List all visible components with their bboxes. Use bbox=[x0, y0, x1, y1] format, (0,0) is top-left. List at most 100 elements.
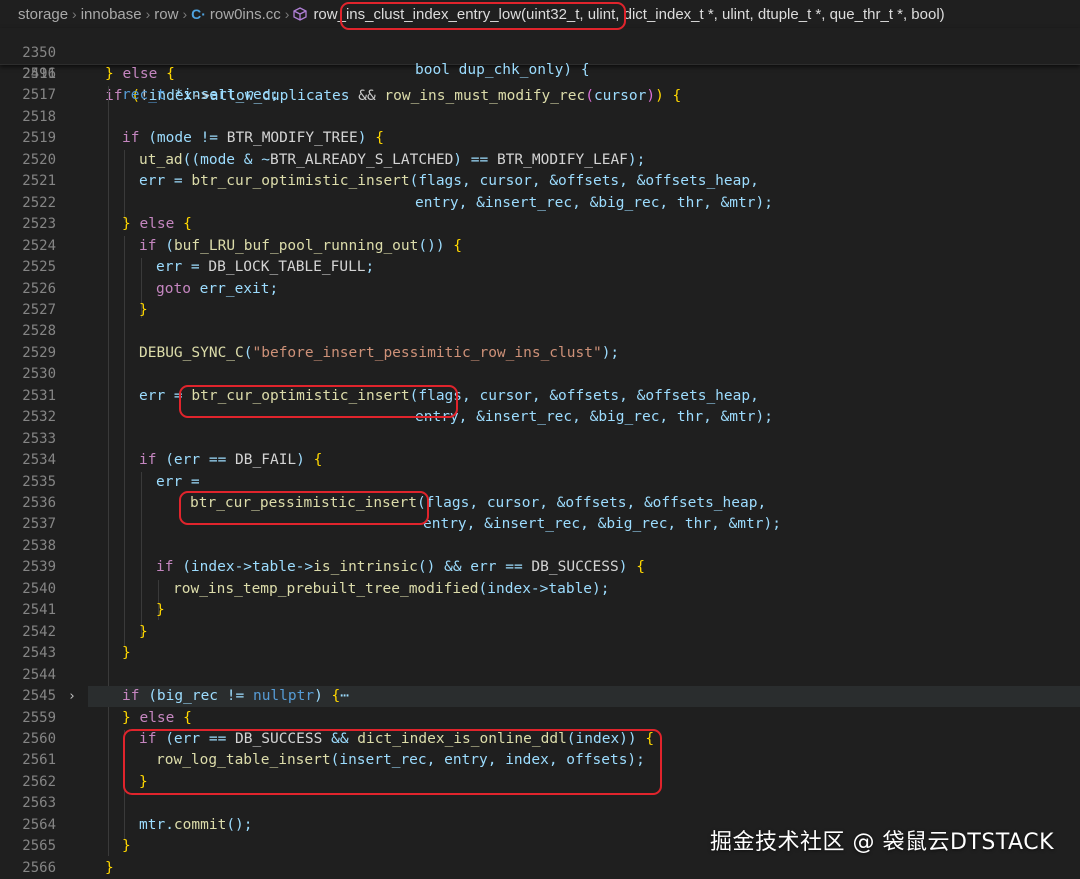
line-number: 2541 bbox=[22, 602, 56, 619]
code-text: if (big_rec != nullptr) {⋯ bbox=[122, 688, 350, 705]
code-text: if (mode != BTR_MODIFY_TREE) { bbox=[122, 130, 384, 147]
code-line: 2532 entry, &insert_rec, &big_rec, thr, &… bbox=[0, 407, 1080, 428]
code-line: 2536 btr_cur_pessimistic_insert(flags, cu… bbox=[0, 493, 1080, 514]
line-number: 2543 bbox=[22, 645, 56, 662]
line-number: 2540 bbox=[22, 580, 56, 597]
code-text: DEBUG_SYNC_C("before_insert_pessimitic_r… bbox=[139, 344, 620, 361]
code-line: 2491 if (!index->allow_duplicates && row… bbox=[0, 43, 1080, 103]
line-number: 2563 bbox=[22, 795, 56, 812]
code-line: 2517 rec_t *insert_rec; bbox=[0, 85, 1080, 106]
code-line: 2527} bbox=[0, 300, 1080, 321]
breadcrumb-item-innobase[interactable]: innobase bbox=[81, 6, 142, 23]
code-line: 2537 entry, &insert_rec, &big_rec, thr, &… bbox=[0, 514, 1080, 535]
code-text: } bbox=[139, 301, 148, 318]
code-text: } bbox=[122, 838, 131, 855]
line-number: 2530 bbox=[22, 366, 56, 383]
line-number: 2532 bbox=[22, 409, 56, 426]
line-number: 2544 bbox=[22, 666, 56, 683]
line-number: 2545 bbox=[22, 688, 56, 705]
code-line: 2566} bbox=[0, 858, 1080, 879]
line-number: 2539 bbox=[22, 559, 56, 576]
code-line: 2525 err = DB_LOCK_TABLE_FULL; bbox=[0, 257, 1080, 278]
line-number: 2522 bbox=[22, 194, 56, 211]
line-number: 2521 bbox=[22, 173, 56, 190]
code-line: › 2545 if (big_rec != nullptr) {⋯ bbox=[0, 686, 1080, 708]
line-number: 2519 bbox=[22, 130, 56, 147]
code-line: 2543} bbox=[0, 643, 1080, 664]
line-number: 2517 bbox=[22, 87, 56, 104]
code-text: entry, &insert_rec, &big_rec, thr, &mtr)… bbox=[415, 194, 773, 211]
code-text: err = DB_LOCK_TABLE_FULL; bbox=[156, 259, 375, 276]
code-text: entry, &insert_rec, &big_rec, thr, &mtr)… bbox=[415, 409, 773, 426]
watermark: 掘金技术社区 @ 袋鼠云DTSTACK bbox=[709, 830, 1054, 855]
line-number: 2531 bbox=[22, 387, 56, 404]
method-cube-icon bbox=[293, 7, 308, 21]
code-line: 2541} bbox=[0, 600, 1080, 621]
code-line: 2528 bbox=[0, 321, 1080, 342]
code-text: } bbox=[105, 859, 114, 876]
line-number: 2525 bbox=[22, 259, 56, 276]
code-line: 2542} bbox=[0, 622, 1080, 643]
code-line: 2518 bbox=[0, 107, 1080, 128]
code-text: err = btr_cur_optimistic_insert(flags, c… bbox=[139, 173, 759, 190]
line-number: 2516 bbox=[22, 66, 56, 82]
code-text: if (index->table->is_intrinsic() && err … bbox=[156, 559, 645, 576]
code-line: 2533 bbox=[0, 429, 1080, 450]
cpp-file-icon: C· bbox=[191, 6, 206, 22]
code-text: } else { bbox=[122, 216, 192, 233]
line-number: 2533 bbox=[22, 430, 56, 447]
line-number: 2561 bbox=[22, 752, 56, 769]
line-number: 2565 bbox=[22, 838, 56, 855]
code-text: } bbox=[139, 623, 148, 640]
line-number: 2529 bbox=[22, 344, 56, 361]
chevron-right-icon: › bbox=[145, 6, 151, 22]
code-line: 2538 bbox=[0, 536, 1080, 557]
line-number: 2537 bbox=[22, 516, 56, 533]
line-number: 2536 bbox=[22, 495, 56, 511]
code-text: if (err == DB_FAIL) { bbox=[139, 452, 323, 469]
line-number: 2562 bbox=[22, 773, 56, 790]
code-line: 2563 bbox=[0, 793, 1080, 814]
code-line: 2520 ut_ad((mode & ~BTR_ALREADY_S_LATCHED… bbox=[0, 150, 1080, 171]
line-number: 2518 bbox=[22, 108, 56, 125]
code-text: row_ins_temp_prebuilt_tree_modified(inde… bbox=[173, 580, 610, 597]
code-line: 2523} else { bbox=[0, 214, 1080, 235]
sticky-scroll-header: 2350 bool dup_chk_only) { 2491 if (!inde… bbox=[0, 28, 1080, 104]
breadcrumb-item-row[interactable]: row bbox=[154, 6, 178, 23]
fold-chevron-icon[interactable]: › bbox=[68, 686, 76, 707]
code-text: } else { bbox=[105, 66, 175, 82]
line-number: 2534 bbox=[22, 452, 56, 469]
line-number: 2566 bbox=[22, 859, 56, 876]
line-number: 2524 bbox=[22, 237, 56, 254]
chevron-right-icon: › bbox=[182, 6, 188, 22]
line-number: 2528 bbox=[22, 323, 56, 340]
line-number: 2520 bbox=[22, 151, 56, 168]
annotation-box-pessimistic-insert bbox=[179, 491, 429, 525]
code-text: } bbox=[122, 645, 131, 662]
annotation-box-function-name bbox=[340, 2, 626, 30]
line-number: 2564 bbox=[22, 816, 56, 833]
code-text: } else { bbox=[122, 709, 192, 726]
code-line: 2531 err = btr_cur_optimistic_insert(flag… bbox=[0, 386, 1080, 407]
code-line: 2526 goto err_exit; bbox=[0, 279, 1080, 300]
code-line: 2516 } else { bbox=[0, 64, 1080, 85]
code-line: 2534 if (err == DB_FAIL) { bbox=[0, 450, 1080, 471]
code-text: ut_ad((mode & ~BTR_ALREADY_S_LATCHED) ==… bbox=[139, 151, 646, 168]
chevron-right-icon: › bbox=[284, 6, 290, 22]
line-number: 2535 bbox=[22, 473, 56, 490]
chevron-right-icon: › bbox=[72, 6, 77, 22]
code-line: 2524 if (buf_LRU_buf_pool_running_out()) … bbox=[0, 236, 1080, 257]
code-text: entry, &insert_rec, &big_rec, thr, &mtr)… bbox=[423, 516, 781, 533]
line-number: 2526 bbox=[22, 280, 56, 297]
code-text: goto err_exit; bbox=[156, 280, 279, 297]
annotation-box-online-ddl bbox=[123, 729, 662, 795]
code-text: err = bbox=[156, 473, 200, 490]
code-line: 2529 DEBUG_SYNC_C("before_insert_pessimit… bbox=[0, 343, 1080, 364]
breadcrumb-item-storage[interactable]: storage bbox=[18, 6, 68, 23]
code-text: } bbox=[156, 602, 165, 619]
line-number: 2542 bbox=[22, 623, 56, 640]
code-line: 2544 bbox=[0, 665, 1080, 686]
breadcrumb-item-file[interactable]: row0ins.cc bbox=[210, 6, 281, 23]
code-line: 2535 err = bbox=[0, 472, 1080, 493]
code-line: 2539 if (index->table->is_intrinsic() && … bbox=[0, 557, 1080, 578]
